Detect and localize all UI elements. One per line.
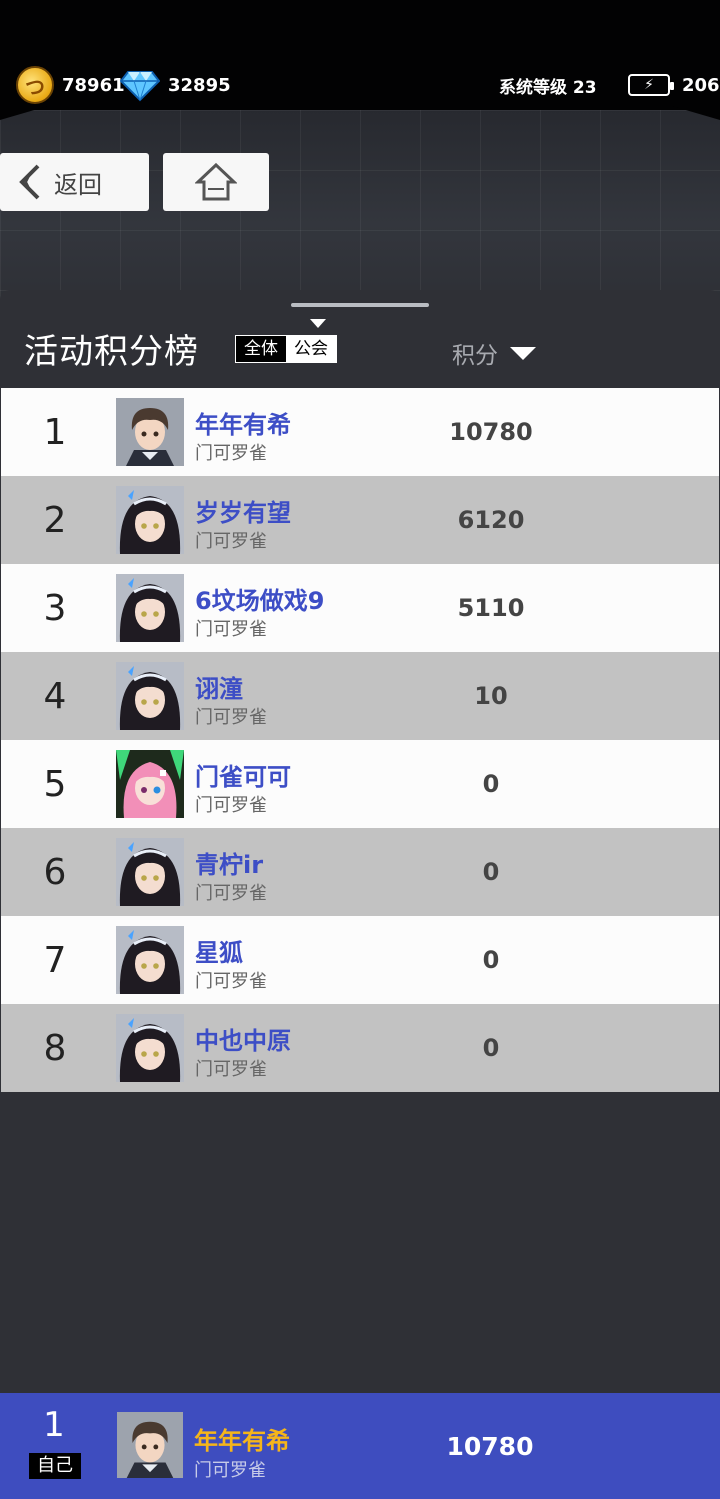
player-score: 10: [474, 682, 508, 710]
battery-icon: ⚡: [628, 74, 674, 96]
girl-portrait-icon: [116, 1014, 184, 1082]
avatar[interactable]: [117, 1412, 183, 1478]
guild-name: 门可罗雀: [195, 707, 267, 728]
player-score: 6120: [457, 506, 525, 534]
back-label: 返回: [54, 170, 102, 199]
home-button[interactable]: [163, 153, 269, 211]
guild-name: 门可罗雀: [195, 531, 267, 552]
rank-number: 8: [43, 1027, 67, 1069]
avatar[interactable]: [116, 398, 184, 466]
avatar[interactable]: [116, 662, 184, 730]
guild-name: 门可罗雀: [195, 619, 267, 640]
avatar[interactable]: [116, 838, 184, 906]
self-guild-name: 门可罗雀: [194, 1460, 266, 1481]
player-name: 岁岁有望: [195, 499, 291, 527]
chevron-left-icon: [19, 164, 40, 200]
list-item[interactable]: 4 诩潼门可罗雀 10: [1, 652, 719, 740]
list-item[interactable]: 1 年年有希门可罗雀 10780: [1, 388, 719, 476]
player-score: 10780: [449, 418, 533, 446]
panel-drag-handle[interactable]: [291, 303, 429, 307]
self-score: 10780: [446, 1431, 534, 1461]
avatar[interactable]: [116, 926, 184, 994]
back-button[interactable]: 返回: [0, 153, 149, 211]
caret-down-icon: [310, 319, 326, 328]
coin-icon: つ: [16, 66, 54, 104]
avatar[interactable]: [116, 750, 184, 818]
guild-name: 门可罗雀: [195, 883, 267, 904]
player-score: 0: [482, 770, 500, 798]
page-title: 活动积分榜: [24, 332, 199, 372]
player-score: 5110: [457, 594, 525, 622]
rank-number: 2: [43, 499, 67, 541]
app-root: つ 78961 32895 系统等级 23 ⚡ 206 返回 活动积分榜 全体 …: [0, 0, 720, 1499]
pink-hair-portrait-icon: [116, 750, 184, 818]
girl-portrait-icon: [116, 838, 184, 906]
sort-down-icon: [510, 346, 536, 360]
gem-value: 32895: [168, 74, 231, 96]
girl-portrait-icon: [116, 926, 184, 994]
guild-name: 门可罗雀: [195, 971, 267, 992]
rank-number: 6: [43, 851, 67, 893]
energy-counter: ⚡ 206: [628, 66, 720, 104]
list-item[interactable]: 5 门雀可可门可罗雀 0: [1, 740, 719, 828]
male-portrait-icon: [116, 398, 184, 466]
coin-value: 78961: [62, 74, 125, 96]
girl-portrait-icon: [116, 574, 184, 642]
male-portrait-icon: [117, 1412, 183, 1478]
self-tag: 自己: [29, 1453, 81, 1479]
rank-number: 4: [43, 675, 67, 717]
girl-portrait-icon: [116, 662, 184, 730]
rank-number: 5: [43, 763, 67, 805]
list-item[interactable]: 2 岁岁有望门可罗雀 6120: [1, 476, 719, 564]
self-rank-number: 1: [43, 1405, 65, 1445]
ranking-list: 1 年年有希 门可罗雀 10780 2 岁岁有望 门可罗雀 6120 3 6坟场做戏9 门可罗雀 51…: [1, 388, 719, 1092]
self-player-name: 年年有希: [194, 1427, 290, 1455]
guild-name: 门可罗雀: [195, 795, 267, 816]
rank-number: 3: [43, 587, 67, 629]
list-item[interactable]: 6 青柠ir 门可罗雀 0: [1, 828, 719, 916]
list-item[interactable]: 8 中也中原门可罗雀 0: [1, 1004, 719, 1092]
player-name: 青柠ir: [195, 851, 264, 879]
player-name: 门雀可可: [195, 763, 291, 791]
coin-counter: つ 78961: [16, 66, 125, 104]
avatar[interactable]: [116, 486, 184, 554]
guild-name: 门可罗雀: [195, 443, 267, 464]
list-item[interactable]: 3 6坟场做戏9 门可罗雀 5110: [1, 564, 719, 652]
avatar[interactable]: [116, 1014, 184, 1082]
diamond-icon: [120, 71, 160, 102]
energy-value: 206: [682, 74, 720, 96]
score-sort-header[interactable]: 积分: [452, 336, 536, 370]
player-name: 中也中原: [195, 1027, 291, 1055]
gem-counter: 32895: [120, 66, 231, 104]
rank-number: 7: [43, 939, 67, 981]
scope-toggle[interactable]: 全体 公会: [235, 335, 337, 363]
filter-guild-tab[interactable]: 公会: [286, 336, 336, 362]
score-header-label: 积分: [452, 343, 498, 369]
player-score: 0: [482, 946, 500, 974]
player-score: 0: [482, 1034, 500, 1062]
rank-number: 1: [43, 411, 67, 453]
self-rank-bar: 1: [0, 1393, 720, 1499]
player-name: 诩潼: [195, 675, 243, 703]
player-name: 6坟场做戏9: [195, 587, 325, 615]
home-icon: [195, 162, 237, 201]
player-name: 星狐: [195, 939, 243, 967]
system-level: 系统等级 23: [499, 77, 597, 98]
player-score: 0: [482, 858, 500, 886]
guild-name: 门可罗雀: [195, 1059, 267, 1080]
filter-all-tab[interactable]: 全体: [236, 336, 286, 362]
list-item[interactable]: 7 星狐门可罗雀 0: [1, 916, 719, 1004]
player-name: 年年有希: [195, 411, 291, 439]
girl-portrait-icon: [116, 486, 184, 554]
avatar[interactable]: [116, 574, 184, 642]
